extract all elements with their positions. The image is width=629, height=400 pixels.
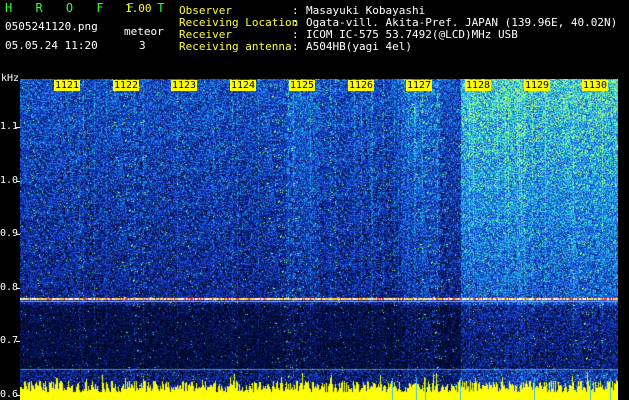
time-label: 1123	[171, 80, 198, 91]
time-label: 1125	[289, 80, 316, 91]
time-label: 1129	[524, 80, 551, 91]
freq-tick-mark	[16, 181, 20, 182]
freq-tick-mark	[16, 341, 20, 342]
info-value-antenna: A504HB(yagi 4el)	[306, 40, 412, 53]
time-label: 1127	[406, 80, 433, 91]
info-key-antenna: Receiving antenna	[179, 40, 292, 53]
time-label: 1130	[582, 80, 609, 91]
time-label: 1121	[54, 80, 81, 91]
freq-tick-mark	[16, 234, 20, 235]
time-label: 1128	[465, 80, 492, 91]
time-label: 1122	[113, 80, 140, 91]
header-panel: H R O F F T 1.00 0505241120.png meteor 0…	[0, 0, 629, 78]
file-name: 0505241120.png	[5, 20, 98, 33]
freq-tick-mark	[16, 127, 20, 128]
app-version: 1.00	[125, 2, 152, 15]
freq-tick-mark	[16, 288, 20, 289]
spectrogram-canvas	[20, 79, 618, 400]
freq-tick-mark	[16, 395, 20, 396]
time-label: 1126	[348, 80, 375, 91]
spectrogram-plot	[20, 79, 618, 400]
info-sep: :	[292, 40, 299, 53]
freq-unit-label: kHz	[1, 73, 20, 84]
date-time: 05.05.24 11:20	[5, 39, 98, 52]
time-label: 1124	[230, 80, 257, 91]
meteor-count: 3	[139, 39, 146, 52]
meteor-label: meteor	[124, 25, 164, 38]
